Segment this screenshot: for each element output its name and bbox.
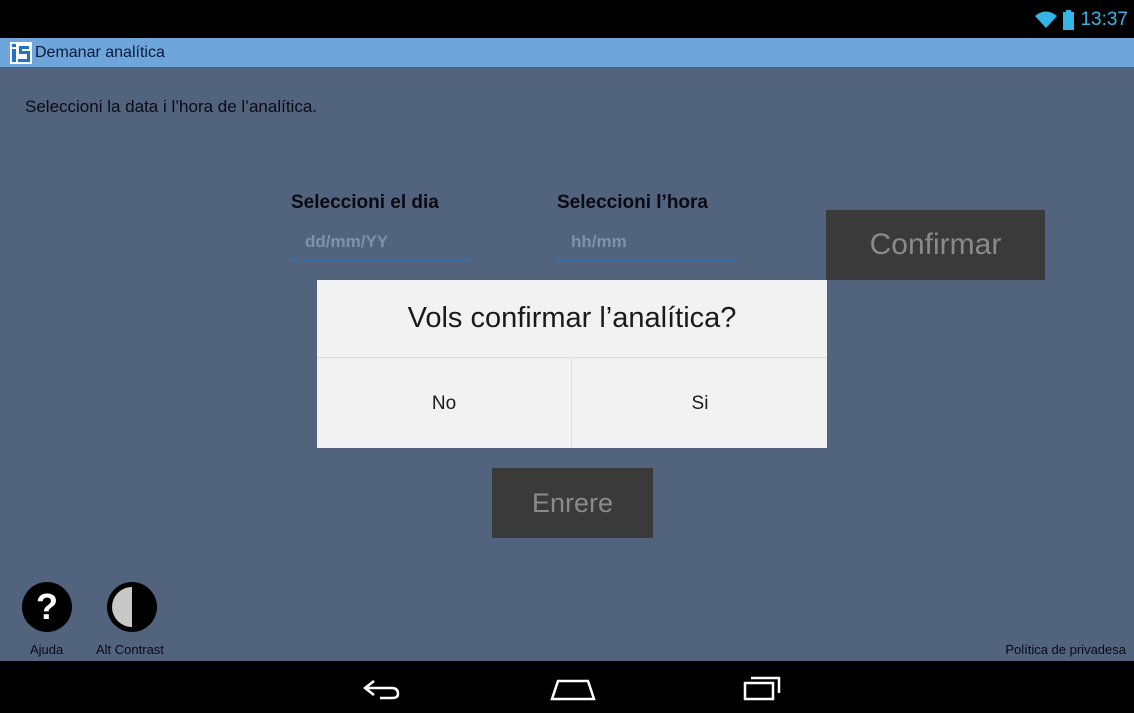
dialog-title: Vols confirmar l’analítica? (317, 280, 827, 358)
battery-icon (1063, 10, 1075, 30)
help-label: Ajuda (30, 642, 64, 657)
day-placeholder: dd/mm/YY (305, 232, 389, 251)
hour-label: Seleccioni l’hora (557, 192, 708, 213)
dialog-no-button[interactable]: No (317, 359, 572, 448)
hour-input-underline (557, 255, 735, 262)
main-content: Seleccioni la data i l’hora de l’analíti… (0, 67, 1134, 661)
status-indicators: 13:37 (1035, 8, 1128, 32)
contrast-icon[interactable] (107, 582, 157, 632)
navigation-bar (0, 661, 1134, 713)
status-bar: 13:37 (0, 0, 1134, 38)
recents-icon[interactable] (742, 673, 782, 703)
hour-input[interactable]: hh/mm (557, 232, 735, 262)
day-label: Seleccioni el dia (291, 192, 439, 213)
instruction-text: Seleccioni la data i l’hora de l’analíti… (25, 97, 318, 116)
dialog-yes-button[interactable]: Si (573, 359, 827, 448)
help-icon[interactable]: ? (22, 582, 72, 632)
confirm-button[interactable]: Confirmar (826, 210, 1045, 280)
privacy-link[interactable]: Política de privadesa (1005, 642, 1126, 657)
back-button[interactable]: Enrere (492, 468, 653, 538)
app-title: Demanar analítica (35, 43, 165, 61)
home-icon[interactable] (548, 673, 598, 703)
back-icon[interactable] (360, 673, 404, 703)
contrast-label: Alt Contrast (96, 642, 164, 657)
hour-placeholder: hh/mm (571, 232, 627, 251)
day-input-underline (291, 255, 469, 262)
action-bar: Demanar analítica (0, 38, 1134, 67)
clock: 13:37 (1080, 9, 1128, 30)
wifi-icon (1035, 11, 1058, 29)
day-input[interactable]: dd/mm/YY (291, 232, 469, 262)
confirm-dialog: Vols confirmar l’analítica? No Si (317, 280, 827, 448)
app-logo-icon (10, 41, 32, 64)
